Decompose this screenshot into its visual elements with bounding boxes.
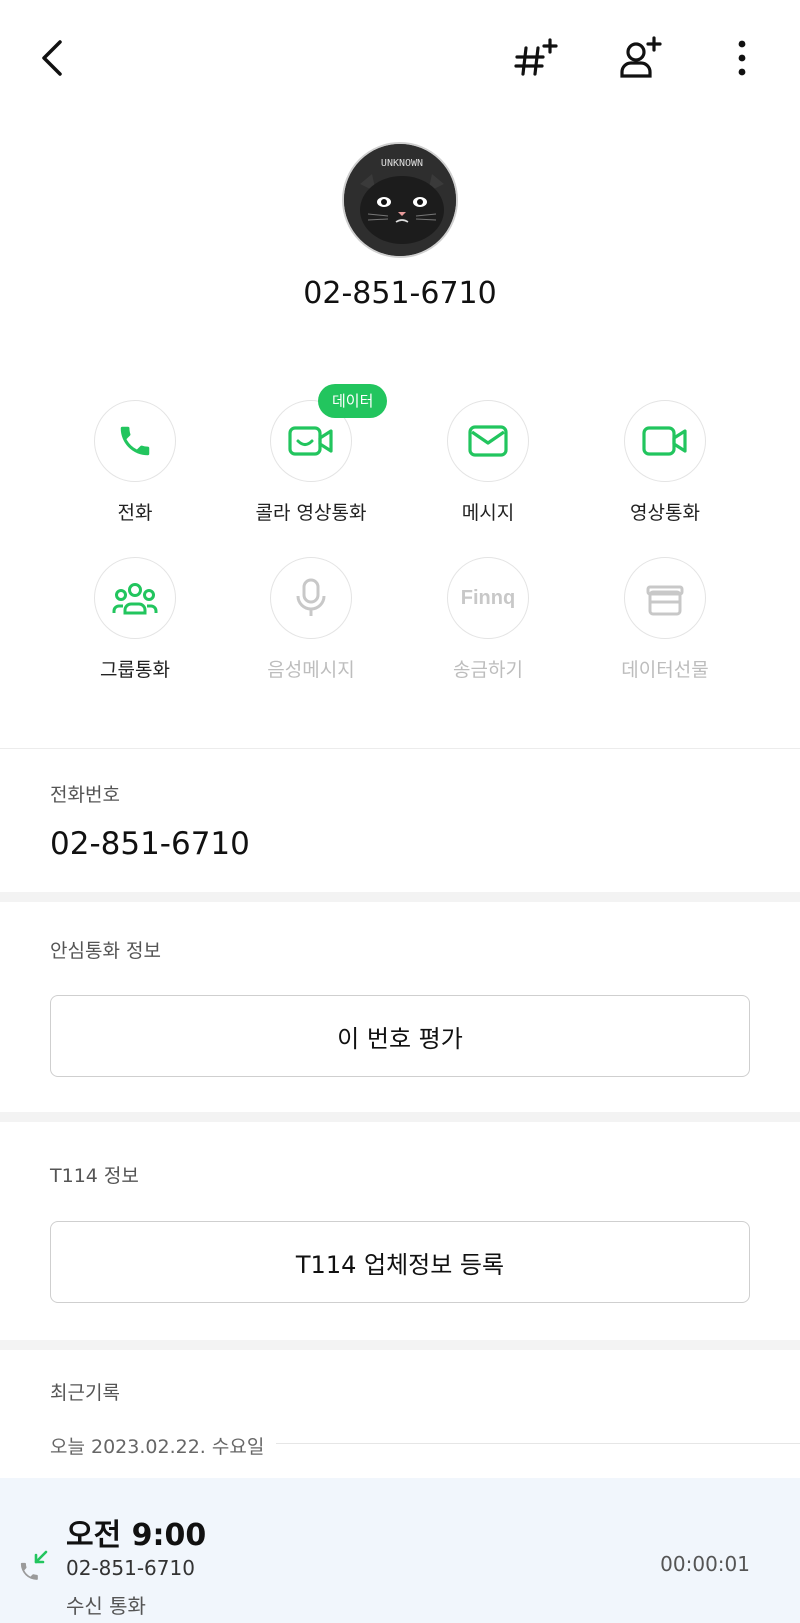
cat-avatar-image: UNKNOWN	[344, 144, 456, 256]
phone-section-label: 전화번호	[50, 784, 120, 806]
mic-icon	[296, 578, 326, 616]
action-message-label: 메시지	[461, 502, 515, 524]
phone-number-value[interactable]: 02-851-6710	[50, 826, 250, 862]
date-header: 오늘 2023.02.22. 수요일	[50, 1436, 265, 1458]
action-voice-message[interactable]: 음성메시지	[221, 557, 401, 682]
action-send-money-label: 송금하기	[453, 659, 523, 681]
phone-icon	[120, 426, 150, 456]
top-bar	[0, 0, 800, 120]
call-time: 오전 9:00	[66, 1518, 207, 1553]
data-gift-circle[interactable]	[624, 557, 706, 639]
action-voice-message-label: 음성메시지	[267, 659, 355, 681]
finnq-icon: Finnq	[460, 586, 516, 609]
voice-message-circle[interactable]	[270, 557, 352, 639]
message-circle[interactable]	[447, 400, 529, 482]
back-button[interactable]	[30, 32, 74, 84]
call-circle[interactable]	[94, 400, 176, 482]
group-call-circle[interactable]	[94, 557, 176, 639]
contact-number-title: 02-851-6710	[303, 276, 497, 311]
rate-number-button[interactable]: 이 번호 평가	[50, 995, 750, 1077]
action-data-gift-label: 데이터선물	[621, 659, 709, 681]
send-money-circle[interactable]: Finnq	[447, 557, 529, 639]
hashtag-plus-icon	[514, 38, 558, 76]
video-smile-icon	[288, 426, 333, 456]
action-video-call-label: 영상통화	[630, 502, 700, 524]
recent-section-label: 최근기록	[50, 1382, 120, 1404]
call-type: 수신 통화	[66, 1594, 146, 1618]
add-contact-button[interactable]	[614, 30, 670, 86]
divider	[0, 748, 800, 749]
t114-register-button[interactable]: T114 업체정보 등록	[50, 1221, 750, 1303]
group-icon	[112, 583, 158, 615]
action-data-gift[interactable]: 데이터선물	[575, 557, 755, 682]
person-add-icon	[620, 36, 662, 78]
gift-icon	[646, 585, 684, 616]
add-tag-button[interactable]	[512, 30, 568, 86]
action-send-money[interactable]: Finnq 송금하기	[398, 557, 578, 682]
chevron-left-icon	[42, 40, 62, 76]
mail-icon	[468, 425, 508, 457]
video-call-circle[interactable]	[624, 400, 706, 482]
section-divider	[0, 892, 800, 902]
action-cola-video-call[interactable]: 콜라 영상통화	[221, 400, 401, 525]
t114-section-label: T114 정보	[50, 1165, 139, 1187]
more-options-button[interactable]	[720, 30, 764, 86]
call-number: 02-851-6710	[66, 1556, 195, 1580]
section-divider	[0, 1112, 800, 1122]
section-divider	[0, 1340, 800, 1350]
avatar[interactable]: UNKNOWN	[342, 142, 458, 258]
more-vertical-icon	[738, 40, 746, 76]
video-icon	[642, 426, 687, 456]
action-call[interactable]: 전화	[45, 400, 225, 525]
action-message[interactable]: 메시지	[398, 400, 578, 525]
incoming-call-icon	[20, 1550, 48, 1580]
svg-text:UNKNOWN: UNKNOWN	[381, 158, 423, 169]
action-video-call[interactable]: 영상통화	[575, 400, 755, 525]
call-duration: 00:00:01	[660, 1552, 750, 1576]
action-call-label: 전화	[117, 502, 153, 524]
action-group-call-label: 그룹통화	[100, 659, 170, 681]
date-divider	[276, 1443, 800, 1444]
action-group-call[interactable]: 그룹통화	[45, 557, 225, 682]
safe-call-section-label: 안심통화 정보	[50, 940, 161, 962]
data-badge: 데이터	[318, 384, 388, 418]
action-cola-video-label: 콜라 영상통화	[255, 502, 367, 524]
